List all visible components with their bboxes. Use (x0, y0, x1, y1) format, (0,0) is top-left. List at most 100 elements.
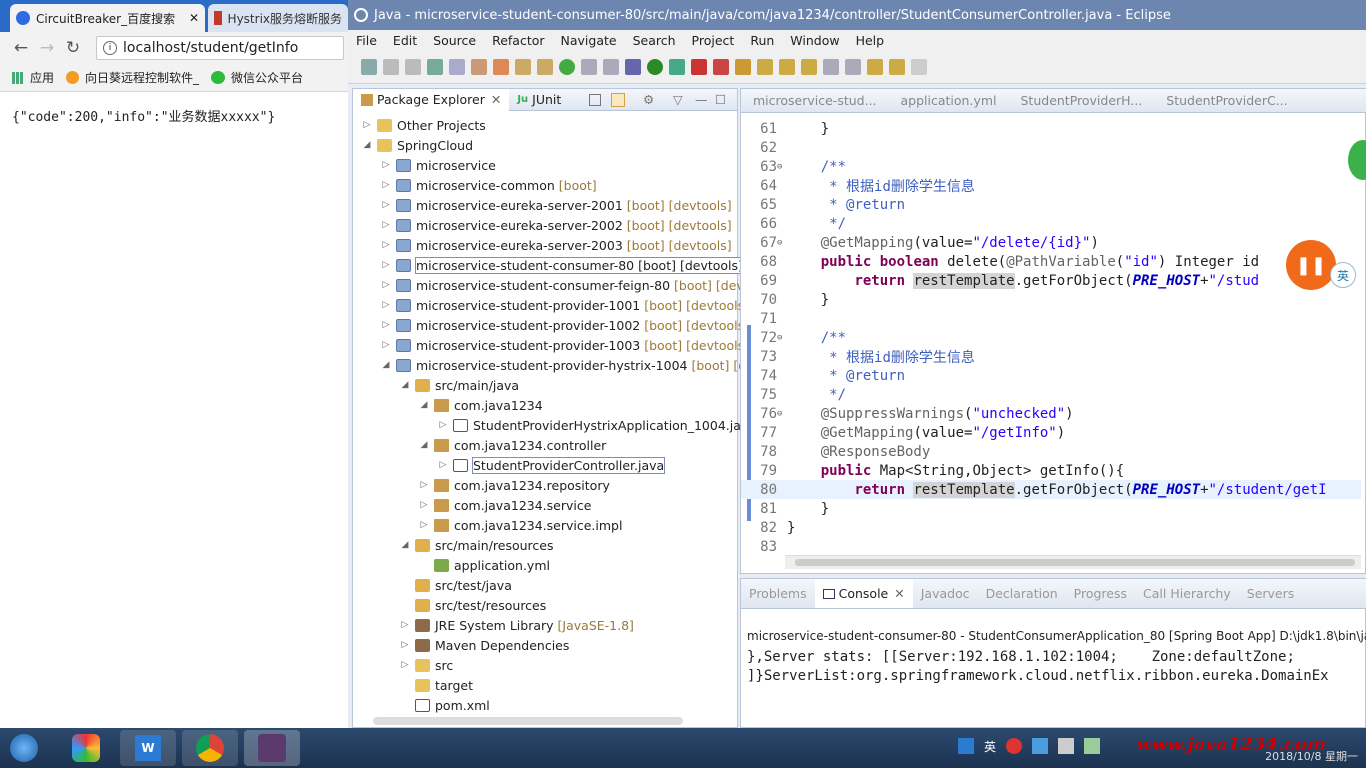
expand-right-icon[interactable]: ▷ (380, 280, 392, 290)
filter-icon[interactable]: ⚙ (643, 92, 654, 107)
new-package-icon[interactable] (515, 58, 531, 75)
code-line[interactable]: 79 public Map<String,Object> getInfo(){ (741, 461, 1361, 480)
expand-right-icon[interactable]: ▷ (380, 180, 392, 190)
menu-refactor[interactable]: Refactor (484, 33, 552, 48)
maximize-icon[interactable]: ☐ (715, 92, 726, 107)
close-icon[interactable]: ✕ (189, 11, 199, 25)
expand-down-icon[interactable]: ◢ (399, 540, 411, 550)
tree-item[interactable]: ▷ microservice-eureka-server-2002 [boot] [… (380, 215, 732, 235)
menu-window[interactable]: Window (782, 33, 847, 48)
tree-item[interactable]: src/test/resources (399, 595, 546, 615)
code-line[interactable]: 69 return restTemplate.getForObject(PRE_… (741, 271, 1361, 290)
chrome-tab-circuitbreaker[interactable]: CircuitBreaker_百度搜索 ✕ (10, 4, 205, 32)
prev-annotation-icon[interactable] (845, 58, 861, 75)
menu-search[interactable]: Search (625, 33, 684, 48)
horizontal-scrollbar[interactable] (373, 717, 683, 725)
tab-javadoc[interactable]: Javadoc (913, 586, 978, 601)
fold-icon[interactable]: ⊖ (777, 333, 785, 343)
expand-right-icon[interactable]: ▷ (399, 660, 411, 670)
editor-tab[interactable]: application.yml (889, 93, 1009, 108)
tree-item[interactable]: target (399, 675, 473, 695)
folder-open-icon[interactable] (801, 58, 817, 75)
code-line[interactable]: 62 (741, 138, 1361, 157)
editor-hscroll[interactable] (785, 555, 1361, 569)
tree-item[interactable]: ◢ com.java1234.controller (418, 435, 607, 455)
code-line[interactable]: 77 @GetMapping(value="/getInfo") (741, 423, 1361, 442)
tree-item[interactable]: ▷ com.java1234.service.impl (418, 515, 623, 535)
expand-right-icon[interactable]: ▷ (418, 500, 430, 510)
tray-icon[interactable] (1058, 738, 1075, 754)
tree-item[interactable]: ◢ microservice-student-provider-hystrix-1… (380, 355, 762, 375)
bookmark-sunflower[interactable]: 向日葵远程控制软件_ (66, 69, 199, 86)
refresh-icon[interactable] (559, 58, 575, 75)
code-line[interactable]: 61 } (741, 119, 1361, 138)
server-icon[interactable] (713, 58, 729, 75)
tree-item[interactable]: pom.xml (399, 695, 490, 715)
taskbar-app-chrome[interactable] (182, 730, 238, 766)
tree-item[interactable]: ▷ Other Projects (361, 115, 486, 135)
skip-breakpoints-icon[interactable] (449, 58, 465, 75)
pin-icon[interactable] (911, 58, 927, 75)
tab-call-hierarchy[interactable]: Call Hierarchy (1135, 586, 1239, 601)
expand-right-icon[interactable]: ▷ (380, 240, 392, 250)
edit-icon[interactable] (779, 58, 795, 75)
new-icon[interactable] (361, 58, 377, 75)
terminal-icon[interactable] (427, 58, 443, 75)
scroll-thumb[interactable] (795, 559, 1355, 566)
tree-item[interactable]: ▷ microservice-student-provider-1003 [boot… (380, 335, 750, 355)
tree-item[interactable]: ◢ src/main/resources (399, 535, 554, 555)
debug-icon[interactable] (625, 58, 641, 75)
expand-right-icon[interactable]: ▷ (380, 340, 392, 350)
expand-right-icon[interactable]: ▷ (361, 120, 373, 130)
run-icon[interactable] (647, 58, 663, 75)
tree-item[interactable]: ▷ StudentProviderHystrixApplication_1004.… (437, 415, 756, 435)
tree-item[interactable]: ▷ microservice-student-consumer-feign-80[… (380, 275, 757, 295)
expand-right-icon[interactable]: ▷ (380, 320, 392, 330)
save-all-icon[interactable] (405, 58, 421, 75)
bookmark-wechat[interactable]: 微信公众平台 (211, 69, 303, 86)
minimize-icon[interactable]: — (695, 92, 708, 107)
address-bar[interactable]: i localhost/student/getInfo (96, 36, 344, 60)
expand-right-icon[interactable]: ▷ (437, 420, 449, 430)
reload-icon[interactable]: ↻ (60, 35, 86, 61)
code-line[interactable]: 66 */ (741, 214, 1361, 233)
tree-item[interactable]: ▷ Maven Dependencies (399, 635, 570, 655)
search-icon[interactable] (603, 58, 619, 75)
expand-down-icon[interactable]: ◢ (399, 380, 411, 390)
tree-item[interactable]: src/test/java (399, 575, 512, 595)
code-line[interactable]: 81 } (741, 499, 1361, 518)
forward-nav-icon[interactable] (889, 58, 905, 75)
tree-item[interactable]: ▷ microservice-eureka-server-2001 [boot] [… (380, 195, 732, 215)
tab-junit[interactable]: Ju JUnit (509, 89, 569, 111)
system-clock-date[interactable]: 2018/10/8 星期一 (1265, 748, 1358, 764)
code-line[interactable]: 65 * @return (741, 195, 1361, 214)
expand-right-icon[interactable]: ▷ (418, 480, 430, 490)
tab-package-explorer[interactable]: Package Explorer ✕ (353, 88, 510, 111)
bookmark-apps[interactable]: 应用 (12, 69, 54, 86)
tree-item[interactable]: application.yml (418, 555, 550, 575)
expand-right-icon[interactable]: ▷ (418, 520, 430, 530)
code-line[interactable]: 63 ⊖ /** (741, 157, 1361, 176)
expand-right-icon[interactable]: ▷ (399, 620, 411, 630)
tab-problems[interactable]: Problems (741, 586, 815, 601)
expand-right-icon[interactable]: ▷ (380, 300, 392, 310)
tree-item[interactable]: ▷ microservice-student-consumer-80 [boot]… (380, 255, 744, 275)
fold-icon[interactable]: ⊖ (777, 409, 785, 419)
spring-icon[interactable] (493, 58, 509, 75)
expand-right-icon[interactable]: ▷ (380, 200, 392, 210)
back-icon[interactable]: ← (8, 35, 34, 61)
tree-item[interactable]: ▷ microservice-student-provider-1001 [boot… (380, 295, 750, 315)
menu-file[interactable]: File (348, 33, 385, 48)
expand-down-icon[interactable]: ◢ (418, 440, 430, 450)
view-menu-icon[interactable]: ▽ (673, 92, 683, 107)
menu-source[interactable]: Source (425, 33, 484, 48)
menu-edit[interactable]: Edit (385, 33, 425, 48)
toggle-mark-icon[interactable] (471, 58, 487, 75)
tab-console[interactable]: Console ✕ (814, 579, 913, 608)
tree-item[interactable]: ▷ StudentProviderController.java (437, 455, 666, 475)
link-editor-icon[interactable] (611, 92, 625, 107)
forward-icon[interactable]: → (34, 35, 60, 61)
tree-item[interactable]: ▷ JRE System Library [JavaSE-1.8] (399, 615, 634, 635)
tree-item[interactable]: ▷ microservice-eureka-server-2003 [boot] [… (380, 235, 732, 255)
code-line[interactable]: 64 * 根据id删除学生信息 (741, 176, 1361, 195)
